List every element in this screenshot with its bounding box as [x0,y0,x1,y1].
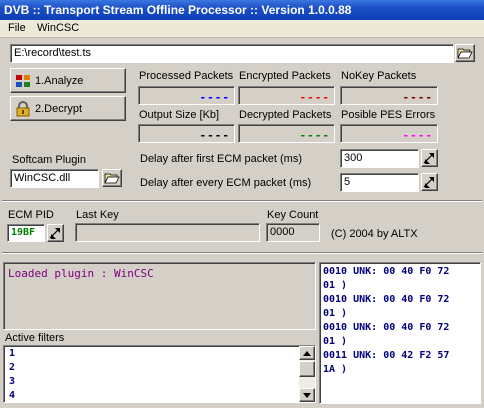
delay-every-ecm-label: Delay after every ECM packet (ms) [140,177,312,189]
decrypt-label: 2.Decrypt [35,102,83,115]
ecm-pid-field[interactable]: 19BF [7,224,45,242]
encrypted-packets-label: Encrypted Packets [239,70,331,82]
softcam-plugin-label: Softcam Plugin [12,154,86,166]
hex-log-line: 01 ) [323,280,348,291]
scroll-down-button[interactable] [299,388,315,402]
copyright-text: (C) 2004 by ALTX [331,228,418,240]
scroll-up-button[interactable] [299,346,315,360]
folder-open-icon [104,173,120,183]
delay-first-ecm-spinner[interactable] [421,149,438,167]
browse-plugin-button[interactable] [102,169,122,187]
filter-item[interactable]: 1 [9,348,15,359]
encrypted-packets-value: ---- [299,91,330,104]
hex-log-line: 01 ) [323,308,348,319]
log-panel[interactable]: Loaded plugin : WinCSC [3,262,316,330]
spin-arrows-icon [423,177,434,188]
filter-item[interactable]: 3 [9,376,15,387]
pes-errors-label: Posible PES Errors [341,109,436,121]
hex-log-panel[interactable]: 0010 UNK: 00 40 F0 72 01 ) 0010 UNK: 00 … [319,262,481,404]
decrypted-packets-field: ---- [238,124,335,143]
key-count-label: Key Count [267,209,319,221]
delay-first-ecm-input[interactable]: 300 [340,149,419,168]
processed-packets-field: ---- [138,86,235,105]
active-filters-list[interactable]: 1 2 3 4 [3,345,316,403]
decrypt-button[interactable]: 2.Decrypt [10,96,126,121]
output-size-value: ---- [199,129,230,142]
delay-every-ecm-value: 5 [344,176,351,188]
encrypted-packets-field: ---- [238,86,335,105]
analyze-button[interactable]: 1.Analyze [10,68,126,93]
delay-first-ecm-value: 300 [344,152,363,164]
filter-item[interactable]: 4 [9,390,15,401]
processed-packets-label: Processed Packets [139,70,234,82]
hex-log-line: 0010 UNK: 00 40 F0 72 [323,322,450,333]
decrypted-packets-label: Decrypted Packets [239,109,332,121]
folder-open-icon [457,48,473,58]
lock-icon [16,100,30,116]
filter-item[interactable]: 2 [9,362,15,373]
menu-wincsc[interactable]: WinCSC [37,22,79,34]
delay-every-ecm-spinner[interactable] [421,173,438,191]
section-divider [2,200,482,202]
key-count-value: 0000 [270,226,295,238]
nokey-packets-field: ---- [340,86,438,105]
log-line: Loaded plugin : WinCSC [8,267,154,280]
spin-arrows-icon [49,228,60,239]
scroll-thumb[interactable] [299,361,315,377]
pes-errors-field: ---- [340,124,438,143]
menu-file[interactable]: File [8,22,26,34]
chevron-down-icon [303,392,311,398]
ecm-pid-label: ECM PID [8,209,54,221]
browse-input-button[interactable] [455,44,475,62]
hex-log-line: 01 ) [323,336,348,347]
spin-arrows-icon [423,153,434,164]
softcam-plugin-value: WinCSC.dll [14,172,71,184]
key-count-field: 0000 [266,223,320,242]
output-size-label: Output Size [Kb] [139,109,220,121]
window-title: DVB :: Transport Stream Offline Processo… [4,3,352,17]
delay-every-ecm-input[interactable]: 5 [340,173,419,192]
nokey-packets-value: ---- [402,91,433,104]
pes-errors-value: ---- [402,129,433,142]
last-key-label: Last Key [76,209,119,221]
softcam-plugin-field[interactable]: WinCSC.dll [10,169,99,188]
hex-log-line: 0010 UNK: 00 40 F0 72 [323,294,450,305]
analyze-label: 1.Analyze [35,74,84,87]
hex-log-line: 1A ) [323,364,348,375]
last-key-field [75,223,260,242]
processed-packets-value: ---- [199,91,230,104]
input-file-field[interactable]: E:\record\test.ts [10,44,454,63]
input-file-value: E:\record\test.ts [14,47,92,59]
hex-log-line: 0010 UNK: 00 40 F0 72 [323,266,450,277]
section-divider-2 [2,252,482,254]
ecm-pid-spinner[interactable] [47,224,64,242]
active-filters-label: Active filters [5,332,65,344]
delay-first-ecm-label: Delay after first ECM packet (ms) [140,153,302,165]
nokey-packets-label: NoKey Packets [341,70,417,82]
ecm-pid-value: 19BF [11,227,36,238]
filters-scrollbar[interactable] [299,346,315,402]
decrypted-packets-value: ---- [299,129,330,142]
title-bar: DVB :: Transport Stream Offline Processo… [0,0,484,20]
hex-log-line: 0011 UNK: 00 42 F2 57 [323,350,450,361]
output-size-field: ---- [138,124,235,143]
chevron-up-icon [303,350,311,356]
menu-bar: File WinCSC [0,20,484,38]
analyze-icon [16,74,30,87]
